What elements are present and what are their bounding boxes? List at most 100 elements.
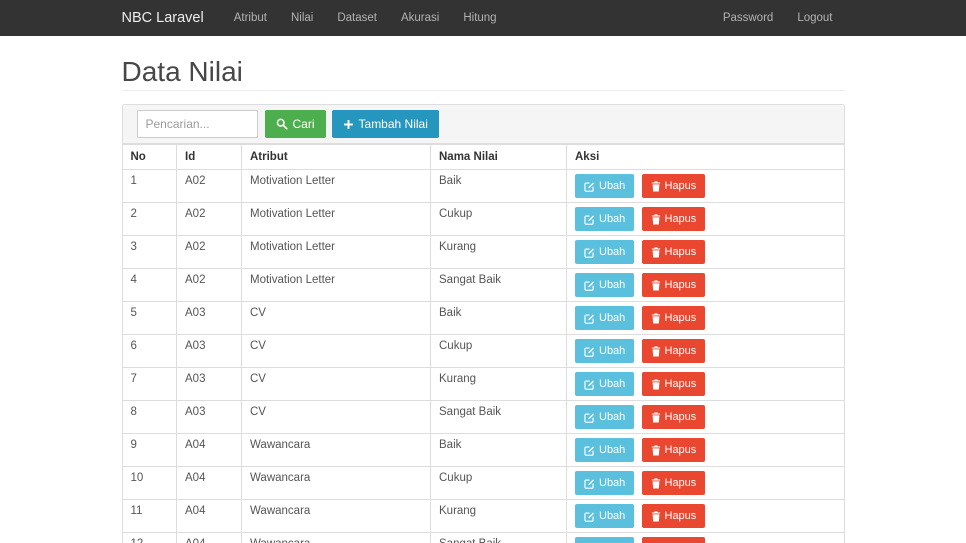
hapus-button[interactable]: Hapus xyxy=(641,504,706,528)
hapus-button[interactable]: Hapus xyxy=(641,471,706,495)
brand[interactable]: NBC Laravel xyxy=(122,0,204,36)
search-icon xyxy=(276,118,288,130)
cell-no: 3 xyxy=(122,235,177,269)
table-row: 10 A04 Wawancara Cukup Ubah Hapus xyxy=(122,466,844,500)
ubah-button[interactable]: Ubah xyxy=(575,339,635,363)
table-row: 3 A02 Motivation Letter Kurang Ubah Hapu… xyxy=(122,235,844,269)
hapus-button[interactable]: Hapus xyxy=(641,306,706,330)
cell-id: A03 xyxy=(176,400,242,434)
nav-item-password[interactable]: Password xyxy=(711,0,786,36)
hapus-button[interactable]: Hapus xyxy=(641,438,706,462)
cell-aksi: Ubah Hapus xyxy=(566,367,844,401)
cell-id: A03 xyxy=(176,367,242,401)
ubah-button[interactable]: Ubah xyxy=(575,306,635,330)
hapus-button[interactable]: Hapus xyxy=(641,174,706,198)
ubah-button-label: Ubah xyxy=(599,246,626,258)
nav-right-links: Password Logout xyxy=(711,0,845,36)
cell-atribut: Wawancara xyxy=(241,499,431,533)
cell-atribut: CV xyxy=(241,334,431,368)
cell-id: A03 xyxy=(176,301,242,335)
ubah-button-label: Ubah xyxy=(599,213,626,225)
ubah-button[interactable]: Ubah xyxy=(575,471,635,495)
hapus-button[interactable]: Hapus xyxy=(641,207,706,231)
table-row: 2 A02 Motivation Letter Cukup Ubah Hapus xyxy=(122,202,844,236)
cell-nama-nilai: Kurang xyxy=(430,367,567,401)
column-header-nama-nilai: Nama Nilai xyxy=(430,144,567,170)
ubah-button-label: Ubah xyxy=(599,279,626,291)
nav-item-logout[interactable]: Logout xyxy=(785,0,844,36)
hapus-button-label: Hapus xyxy=(664,510,697,522)
cell-nama-nilai: Cukup xyxy=(430,202,567,236)
edit-icon xyxy=(584,511,595,522)
cell-nama-nilai: Baik xyxy=(430,433,567,467)
nav-item-dataset[interactable]: Dataset xyxy=(325,0,389,36)
cell-nama-nilai: Sangat Baik xyxy=(430,400,567,434)
ubah-button[interactable]: Ubah xyxy=(575,273,635,297)
hapus-button[interactable]: Hapus xyxy=(641,339,706,363)
ubah-button[interactable]: Ubah xyxy=(575,405,635,429)
nav-item-akurasi[interactable]: Akurasi xyxy=(389,0,451,36)
cell-aksi: Ubah Hapus xyxy=(566,466,844,500)
ubah-button-label: Ubah xyxy=(599,477,626,489)
cell-nama-nilai: Baik xyxy=(430,169,567,203)
ubah-button[interactable]: Ubah xyxy=(575,537,635,543)
search-input[interactable] xyxy=(136,110,258,138)
column-header-atribut: Atribut xyxy=(241,144,431,170)
cell-atribut: Wawancara xyxy=(241,532,431,543)
trash-icon xyxy=(651,312,661,324)
trash-icon xyxy=(651,213,661,225)
cell-no: 11 xyxy=(122,499,177,533)
cell-nama-nilai: Sangat Baik xyxy=(430,532,567,543)
cell-atribut: Motivation Letter xyxy=(241,169,431,203)
cell-no: 10 xyxy=(122,466,177,500)
cell-atribut: CV xyxy=(241,301,431,335)
trash-icon xyxy=(651,180,661,192)
edit-icon xyxy=(584,181,595,192)
cell-no: 9 xyxy=(122,433,177,467)
table-row: 11 A04 Wawancara Kurang Ubah Hapus xyxy=(122,499,844,533)
hapus-button-label: Hapus xyxy=(664,378,697,390)
trash-icon xyxy=(651,444,661,456)
hapus-button[interactable]: Hapus xyxy=(641,405,706,429)
ubah-button[interactable]: Ubah xyxy=(575,207,635,231)
ubah-button[interactable]: Ubah xyxy=(575,372,635,396)
cell-atribut: CV xyxy=(241,400,431,434)
cari-button[interactable]: Cari xyxy=(264,110,326,138)
hapus-button-label: Hapus xyxy=(664,444,697,456)
edit-icon xyxy=(584,478,595,489)
table-row: 4 A02 Motivation Letter Sangat Baik Ubah xyxy=(122,268,844,302)
ubah-button[interactable]: Ubah xyxy=(575,240,635,264)
column-header-id: Id xyxy=(176,144,242,170)
hapus-button-label: Hapus xyxy=(664,279,697,291)
cell-nama-nilai: Kurang xyxy=(430,499,567,533)
cell-aksi: Ubah Hapus xyxy=(566,169,844,203)
table-row: 9 A04 Wawancara Baik Ubah Hapus xyxy=(122,433,844,467)
ubah-button-label: Ubah xyxy=(599,510,626,522)
hapus-button[interactable]: Hapus xyxy=(641,537,706,543)
cell-id: A02 xyxy=(176,235,242,269)
cell-nama-nilai: Cukup xyxy=(430,466,567,500)
tambah-nilai-button[interactable]: Tambah Nilai xyxy=(331,110,439,138)
plus-icon xyxy=(343,119,354,130)
cell-atribut: Motivation Letter xyxy=(241,202,431,236)
trash-icon xyxy=(651,378,661,390)
nav-item-hitung[interactable]: Hitung xyxy=(451,0,508,36)
nav-item-atribut[interactable]: Atribut xyxy=(222,0,279,36)
hapus-button[interactable]: Hapus xyxy=(641,273,706,297)
ubah-button[interactable]: Ubah xyxy=(575,174,635,198)
cell-no: 6 xyxy=(122,334,177,368)
ubah-button[interactable]: Ubah xyxy=(575,504,635,528)
table-row: 12 A04 Wawancara Sangat Baik Ubah xyxy=(122,532,844,543)
ubah-button-label: Ubah xyxy=(599,345,626,357)
edit-icon xyxy=(584,346,595,357)
table-header-row: No Id Atribut Nama Nilai Aksi xyxy=(122,144,844,170)
nav-item-nilai[interactable]: Nilai xyxy=(279,0,325,36)
trash-icon xyxy=(651,477,661,489)
hapus-button-label: Hapus xyxy=(664,312,697,324)
column-header-no: No xyxy=(122,144,177,170)
hapus-button[interactable]: Hapus xyxy=(641,240,706,264)
cell-no: 5 xyxy=(122,301,177,335)
hapus-button-label: Hapus xyxy=(664,246,697,258)
ubah-button[interactable]: Ubah xyxy=(575,438,635,462)
hapus-button[interactable]: Hapus xyxy=(641,372,706,396)
